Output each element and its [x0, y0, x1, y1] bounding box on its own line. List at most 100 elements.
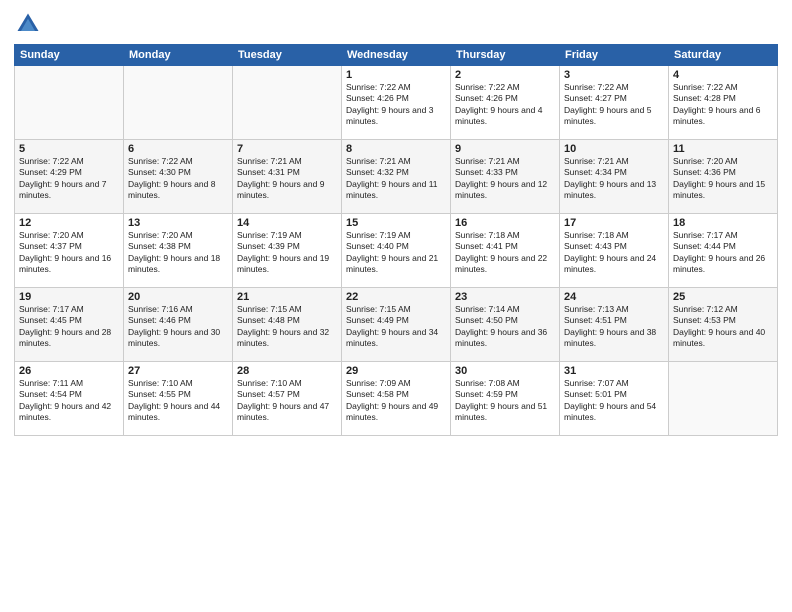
calendar-day-header: Saturday: [669, 45, 778, 66]
calendar-cell: 12Sunrise: 7:20 AM Sunset: 4:37 PM Dayli…: [15, 214, 124, 288]
day-info: Sunrise: 7:09 AM Sunset: 4:58 PM Dayligh…: [346, 378, 446, 424]
day-info: Sunrise: 7:08 AM Sunset: 4:59 PM Dayligh…: [455, 378, 555, 424]
day-info: Sunrise: 7:17 AM Sunset: 4:45 PM Dayligh…: [19, 304, 119, 350]
day-number: 2: [455, 69, 555, 81]
day-info: Sunrise: 7:15 AM Sunset: 4:49 PM Dayligh…: [346, 304, 446, 350]
day-number: 25: [673, 291, 773, 303]
calendar-cell: 15Sunrise: 7:19 AM Sunset: 4:40 PM Dayli…: [342, 214, 451, 288]
day-number: 10: [564, 143, 664, 155]
calendar-cell: 10Sunrise: 7:21 AM Sunset: 4:34 PM Dayli…: [560, 140, 669, 214]
day-info: Sunrise: 7:07 AM Sunset: 5:01 PM Dayligh…: [564, 378, 664, 424]
day-info: Sunrise: 7:21 AM Sunset: 4:32 PM Dayligh…: [346, 156, 446, 202]
calendar-cell: 1Sunrise: 7:22 AM Sunset: 4:26 PM Daylig…: [342, 66, 451, 140]
day-info: Sunrise: 7:21 AM Sunset: 4:34 PM Dayligh…: [564, 156, 664, 202]
day-info: Sunrise: 7:14 AM Sunset: 4:50 PM Dayligh…: [455, 304, 555, 350]
calendar-cell: 23Sunrise: 7:14 AM Sunset: 4:50 PM Dayli…: [451, 288, 560, 362]
day-info: Sunrise: 7:15 AM Sunset: 4:48 PM Dayligh…: [237, 304, 337, 350]
day-number: 14: [237, 217, 337, 229]
day-number: 8: [346, 143, 446, 155]
day-info: Sunrise: 7:10 AM Sunset: 4:55 PM Dayligh…: [128, 378, 228, 424]
day-info: Sunrise: 7:22 AM Sunset: 4:27 PM Dayligh…: [564, 82, 664, 128]
calendar-cell: 8Sunrise: 7:21 AM Sunset: 4:32 PM Daylig…: [342, 140, 451, 214]
day-number: 30: [455, 365, 555, 377]
calendar-cell: 31Sunrise: 7:07 AM Sunset: 5:01 PM Dayli…: [560, 362, 669, 436]
calendar-cell: 13Sunrise: 7:20 AM Sunset: 4:38 PM Dayli…: [124, 214, 233, 288]
day-info: Sunrise: 7:11 AM Sunset: 4:54 PM Dayligh…: [19, 378, 119, 424]
calendar-cell: 9Sunrise: 7:21 AM Sunset: 4:33 PM Daylig…: [451, 140, 560, 214]
calendar-cell: 4Sunrise: 7:22 AM Sunset: 4:28 PM Daylig…: [669, 66, 778, 140]
calendar-header-row: SundayMondayTuesdayWednesdayThursdayFrid…: [15, 45, 778, 66]
calendar-cell: [233, 66, 342, 140]
calendar-cell: 19Sunrise: 7:17 AM Sunset: 4:45 PM Dayli…: [15, 288, 124, 362]
day-number: 20: [128, 291, 228, 303]
day-info: Sunrise: 7:20 AM Sunset: 4:38 PM Dayligh…: [128, 230, 228, 276]
day-info: Sunrise: 7:18 AM Sunset: 4:41 PM Dayligh…: [455, 230, 555, 276]
calendar-week-row: 26Sunrise: 7:11 AM Sunset: 4:54 PM Dayli…: [15, 362, 778, 436]
day-info: Sunrise: 7:12 AM Sunset: 4:53 PM Dayligh…: [673, 304, 773, 350]
calendar-cell: 7Sunrise: 7:21 AM Sunset: 4:31 PM Daylig…: [233, 140, 342, 214]
day-info: Sunrise: 7:22 AM Sunset: 4:26 PM Dayligh…: [346, 82, 446, 128]
day-info: Sunrise: 7:21 AM Sunset: 4:33 PM Dayligh…: [455, 156, 555, 202]
calendar-cell: 26Sunrise: 7:11 AM Sunset: 4:54 PM Dayli…: [15, 362, 124, 436]
day-number: 17: [564, 217, 664, 229]
day-number: 15: [346, 217, 446, 229]
calendar-cell: 27Sunrise: 7:10 AM Sunset: 4:55 PM Dayli…: [124, 362, 233, 436]
page-container: SundayMondayTuesdayWednesdayThursdayFrid…: [0, 0, 792, 612]
day-info: Sunrise: 7:22 AM Sunset: 4:29 PM Dayligh…: [19, 156, 119, 202]
calendar-cell: [669, 362, 778, 436]
header: [14, 10, 778, 38]
calendar-cell: 16Sunrise: 7:18 AM Sunset: 4:41 PM Dayli…: [451, 214, 560, 288]
day-number: 11: [673, 143, 773, 155]
calendar-day-header: Wednesday: [342, 45, 451, 66]
day-info: Sunrise: 7:19 AM Sunset: 4:40 PM Dayligh…: [346, 230, 446, 276]
calendar-cell: 21Sunrise: 7:15 AM Sunset: 4:48 PM Dayli…: [233, 288, 342, 362]
day-info: Sunrise: 7:18 AM Sunset: 4:43 PM Dayligh…: [564, 230, 664, 276]
calendar-cell: 24Sunrise: 7:13 AM Sunset: 4:51 PM Dayli…: [560, 288, 669, 362]
day-number: 24: [564, 291, 664, 303]
calendar-cell: 28Sunrise: 7:10 AM Sunset: 4:57 PM Dayli…: [233, 362, 342, 436]
calendar-week-row: 12Sunrise: 7:20 AM Sunset: 4:37 PM Dayli…: [15, 214, 778, 288]
day-number: 16: [455, 217, 555, 229]
day-number: 19: [19, 291, 119, 303]
day-number: 3: [564, 69, 664, 81]
day-number: 4: [673, 69, 773, 81]
calendar-cell: 29Sunrise: 7:09 AM Sunset: 4:58 PM Dayli…: [342, 362, 451, 436]
calendar-cell: 22Sunrise: 7:15 AM Sunset: 4:49 PM Dayli…: [342, 288, 451, 362]
day-info: Sunrise: 7:20 AM Sunset: 4:36 PM Dayligh…: [673, 156, 773, 202]
calendar-cell: 30Sunrise: 7:08 AM Sunset: 4:59 PM Dayli…: [451, 362, 560, 436]
day-number: 7: [237, 143, 337, 155]
day-number: 29: [346, 365, 446, 377]
calendar-cell: 17Sunrise: 7:18 AM Sunset: 4:43 PM Dayli…: [560, 214, 669, 288]
day-number: 31: [564, 365, 664, 377]
calendar-cell: 11Sunrise: 7:20 AM Sunset: 4:36 PM Dayli…: [669, 140, 778, 214]
calendar-cell: 25Sunrise: 7:12 AM Sunset: 4:53 PM Dayli…: [669, 288, 778, 362]
day-number: 27: [128, 365, 228, 377]
calendar-day-header: Tuesday: [233, 45, 342, 66]
day-number: 18: [673, 217, 773, 229]
calendar-day-header: Sunday: [15, 45, 124, 66]
day-info: Sunrise: 7:17 AM Sunset: 4:44 PM Dayligh…: [673, 230, 773, 276]
day-number: 1: [346, 69, 446, 81]
day-number: 13: [128, 217, 228, 229]
calendar-table: SundayMondayTuesdayWednesdayThursdayFrid…: [14, 44, 778, 436]
day-info: Sunrise: 7:13 AM Sunset: 4:51 PM Dayligh…: [564, 304, 664, 350]
day-number: 22: [346, 291, 446, 303]
day-number: 9: [455, 143, 555, 155]
calendar-cell: 5Sunrise: 7:22 AM Sunset: 4:29 PM Daylig…: [15, 140, 124, 214]
day-info: Sunrise: 7:22 AM Sunset: 4:28 PM Dayligh…: [673, 82, 773, 128]
calendar-cell: [124, 66, 233, 140]
logo: [14, 10, 46, 38]
calendar-cell: 2Sunrise: 7:22 AM Sunset: 4:26 PM Daylig…: [451, 66, 560, 140]
day-number: 12: [19, 217, 119, 229]
calendar-cell: 20Sunrise: 7:16 AM Sunset: 4:46 PM Dayli…: [124, 288, 233, 362]
day-info: Sunrise: 7:19 AM Sunset: 4:39 PM Dayligh…: [237, 230, 337, 276]
day-info: Sunrise: 7:20 AM Sunset: 4:37 PM Dayligh…: [19, 230, 119, 276]
day-info: Sunrise: 7:22 AM Sunset: 4:26 PM Dayligh…: [455, 82, 555, 128]
day-info: Sunrise: 7:10 AM Sunset: 4:57 PM Dayligh…: [237, 378, 337, 424]
day-number: 6: [128, 143, 228, 155]
calendar-cell: 6Sunrise: 7:22 AM Sunset: 4:30 PM Daylig…: [124, 140, 233, 214]
day-number: 21: [237, 291, 337, 303]
day-number: 5: [19, 143, 119, 155]
day-info: Sunrise: 7:16 AM Sunset: 4:46 PM Dayligh…: [128, 304, 228, 350]
day-info: Sunrise: 7:21 AM Sunset: 4:31 PM Dayligh…: [237, 156, 337, 202]
